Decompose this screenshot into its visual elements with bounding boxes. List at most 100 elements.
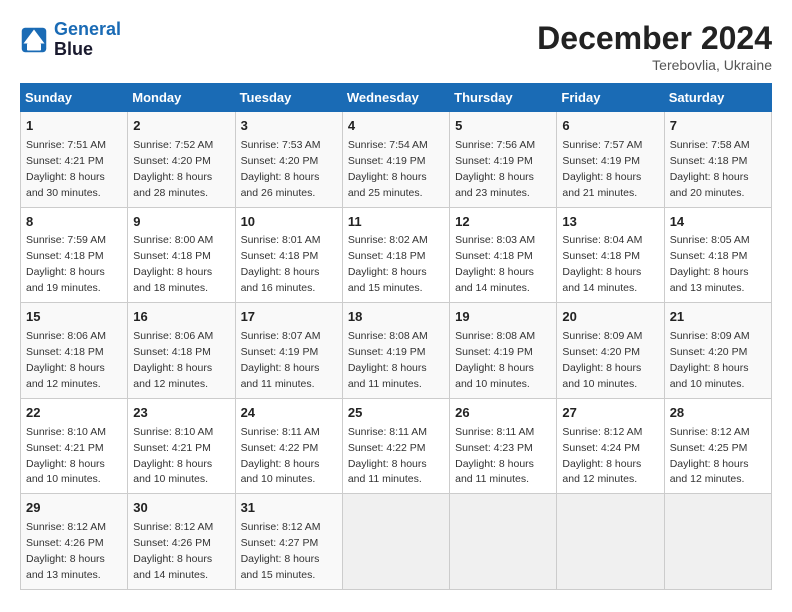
calendar-cell: 1 Sunrise: 7:51 AM Sunset: 4:21 PM Dayli… xyxy=(21,112,128,208)
calendar-cell: 23 Sunrise: 8:10 AM Sunset: 4:21 PM Dayl… xyxy=(128,398,235,494)
sunset-info: Sunset: 4:26 PM xyxy=(26,537,104,549)
daylight-info: Daylight: 8 hours and 16 minutes. xyxy=(241,266,320,294)
sunset-info: Sunset: 4:20 PM xyxy=(241,155,319,167)
calendar-cell: 14 Sunrise: 8:05 AM Sunset: 4:18 PM Dayl… xyxy=(664,207,771,303)
sunrise-info: Sunrise: 8:10 AM xyxy=(133,426,213,438)
day-number: 12 xyxy=(455,213,551,232)
calendar-cell: 31 Sunrise: 8:12 AM Sunset: 4:27 PM Dayl… xyxy=(235,494,342,590)
day-number: 7 xyxy=(670,117,766,136)
day-number: 19 xyxy=(455,308,551,327)
day-number: 14 xyxy=(670,213,766,232)
daylight-info: Daylight: 8 hours and 10 minutes. xyxy=(26,458,105,486)
calendar-cell: 24 Sunrise: 8:11 AM Sunset: 4:22 PM Dayl… xyxy=(235,398,342,494)
col-sunday: Sunday xyxy=(21,84,128,112)
calendar-cell: 4 Sunrise: 7:54 AM Sunset: 4:19 PM Dayli… xyxy=(342,112,449,208)
sunset-info: Sunset: 4:19 PM xyxy=(348,155,426,167)
daylight-info: Daylight: 8 hours and 11 minutes. xyxy=(348,458,427,486)
sunset-info: Sunset: 4:20 PM xyxy=(670,346,748,358)
day-number: 31 xyxy=(241,499,337,518)
sunset-info: Sunset: 4:18 PM xyxy=(348,250,426,262)
col-wednesday: Wednesday xyxy=(342,84,449,112)
month-year: December 2024 xyxy=(537,20,772,57)
sunrise-info: Sunrise: 8:11 AM xyxy=(348,426,427,438)
calendar-cell: 21 Sunrise: 8:09 AM Sunset: 4:20 PM Dayl… xyxy=(664,303,771,399)
daylight-info: Daylight: 8 hours and 18 minutes. xyxy=(133,266,212,294)
sunset-info: Sunset: 4:20 PM xyxy=(562,346,640,358)
day-number: 28 xyxy=(670,404,766,423)
sunrise-info: Sunrise: 8:06 AM xyxy=(26,330,106,342)
sunset-info: Sunset: 4:27 PM xyxy=(241,537,319,549)
day-number: 16 xyxy=(133,308,229,327)
col-saturday: Saturday xyxy=(664,84,771,112)
sunset-info: Sunset: 4:19 PM xyxy=(455,346,533,358)
calendar-week-row: 1 Sunrise: 7:51 AM Sunset: 4:21 PM Dayli… xyxy=(21,112,772,208)
sunset-info: Sunset: 4:18 PM xyxy=(670,155,748,167)
calendar-cell: 9 Sunrise: 8:00 AM Sunset: 4:18 PM Dayli… xyxy=(128,207,235,303)
daylight-info: Daylight: 8 hours and 10 minutes. xyxy=(133,458,212,486)
calendar-week-row: 29 Sunrise: 8:12 AM Sunset: 4:26 PM Dayl… xyxy=(21,494,772,590)
day-number: 20 xyxy=(562,308,658,327)
logo-icon xyxy=(20,26,48,54)
calendar-table: Sunday Monday Tuesday Wednesday Thursday… xyxy=(20,83,772,590)
day-number: 21 xyxy=(670,308,766,327)
sunrise-info: Sunrise: 7:58 AM xyxy=(670,139,750,151)
daylight-info: Daylight: 8 hours and 20 minutes. xyxy=(670,171,749,199)
day-number: 8 xyxy=(26,213,122,232)
daylight-info: Daylight: 8 hours and 14 minutes. xyxy=(562,266,641,294)
daylight-info: Daylight: 8 hours and 10 minutes. xyxy=(562,362,641,390)
sunrise-info: Sunrise: 8:08 AM xyxy=(348,330,428,342)
sunrise-info: Sunrise: 7:59 AM xyxy=(26,234,106,246)
day-number: 1 xyxy=(26,117,122,136)
sunrise-info: Sunrise: 8:12 AM xyxy=(562,426,642,438)
day-number: 3 xyxy=(241,117,337,136)
sunset-info: Sunset: 4:18 PM xyxy=(26,250,104,262)
sunset-info: Sunset: 4:21 PM xyxy=(26,442,104,454)
sunset-info: Sunset: 4:18 PM xyxy=(562,250,640,262)
calendar-cell: 25 Sunrise: 8:11 AM Sunset: 4:22 PM Dayl… xyxy=(342,398,449,494)
sunrise-info: Sunrise: 8:06 AM xyxy=(133,330,213,342)
daylight-info: Daylight: 8 hours and 11 minutes. xyxy=(348,362,427,390)
daylight-info: Daylight: 8 hours and 12 minutes. xyxy=(670,458,749,486)
calendar-week-row: 22 Sunrise: 8:10 AM Sunset: 4:21 PM Dayl… xyxy=(21,398,772,494)
daylight-info: Daylight: 8 hours and 13 minutes. xyxy=(670,266,749,294)
col-monday: Monday xyxy=(128,84,235,112)
daylight-info: Daylight: 8 hours and 13 minutes. xyxy=(26,553,105,581)
calendar-cell: 29 Sunrise: 8:12 AM Sunset: 4:26 PM Dayl… xyxy=(21,494,128,590)
sunset-info: Sunset: 4:19 PM xyxy=(562,155,640,167)
calendar-cell: 17 Sunrise: 8:07 AM Sunset: 4:19 PM Dayl… xyxy=(235,303,342,399)
calendar-cell: 5 Sunrise: 7:56 AM Sunset: 4:19 PM Dayli… xyxy=(450,112,557,208)
col-thursday: Thursday xyxy=(450,84,557,112)
sunset-info: Sunset: 4:18 PM xyxy=(670,250,748,262)
sunrise-info: Sunrise: 7:57 AM xyxy=(562,139,642,151)
sunrise-info: Sunrise: 8:05 AM xyxy=(670,234,750,246)
daylight-info: Daylight: 8 hours and 25 minutes. xyxy=(348,171,427,199)
daylight-info: Daylight: 8 hours and 28 minutes. xyxy=(133,171,212,199)
daylight-info: Daylight: 8 hours and 15 minutes. xyxy=(241,553,320,581)
sunset-info: Sunset: 4:21 PM xyxy=(133,442,211,454)
sunrise-info: Sunrise: 8:04 AM xyxy=(562,234,642,246)
sunrise-info: Sunrise: 8:00 AM xyxy=(133,234,213,246)
logo-text: General Blue xyxy=(54,20,121,60)
sunrise-info: Sunrise: 8:07 AM xyxy=(241,330,321,342)
sunrise-info: Sunrise: 7:52 AM xyxy=(133,139,213,151)
sunrise-info: Sunrise: 7:51 AM xyxy=(26,139,106,151)
daylight-info: Daylight: 8 hours and 15 minutes. xyxy=(348,266,427,294)
daylight-info: Daylight: 8 hours and 26 minutes. xyxy=(241,171,320,199)
calendar-cell: 19 Sunrise: 8:08 AM Sunset: 4:19 PM Dayl… xyxy=(450,303,557,399)
sunrise-info: Sunrise: 8:10 AM xyxy=(26,426,106,438)
daylight-info: Daylight: 8 hours and 11 minutes. xyxy=(455,458,534,486)
day-number: 13 xyxy=(562,213,658,232)
sunset-info: Sunset: 4:19 PM xyxy=(241,346,319,358)
sunrise-info: Sunrise: 8:12 AM xyxy=(133,521,213,533)
daylight-info: Daylight: 8 hours and 14 minutes. xyxy=(133,553,212,581)
sunset-info: Sunset: 4:19 PM xyxy=(348,346,426,358)
day-number: 23 xyxy=(133,404,229,423)
sunrise-info: Sunrise: 8:12 AM xyxy=(241,521,321,533)
calendar-cell: 7 Sunrise: 7:58 AM Sunset: 4:18 PM Dayli… xyxy=(664,112,771,208)
daylight-info: Daylight: 8 hours and 23 minutes. xyxy=(455,171,534,199)
day-number: 9 xyxy=(133,213,229,232)
sunrise-info: Sunrise: 7:54 AM xyxy=(348,139,428,151)
sunset-info: Sunset: 4:23 PM xyxy=(455,442,533,454)
sunset-info: Sunset: 4:21 PM xyxy=(26,155,104,167)
logo-line2: Blue xyxy=(54,40,121,60)
